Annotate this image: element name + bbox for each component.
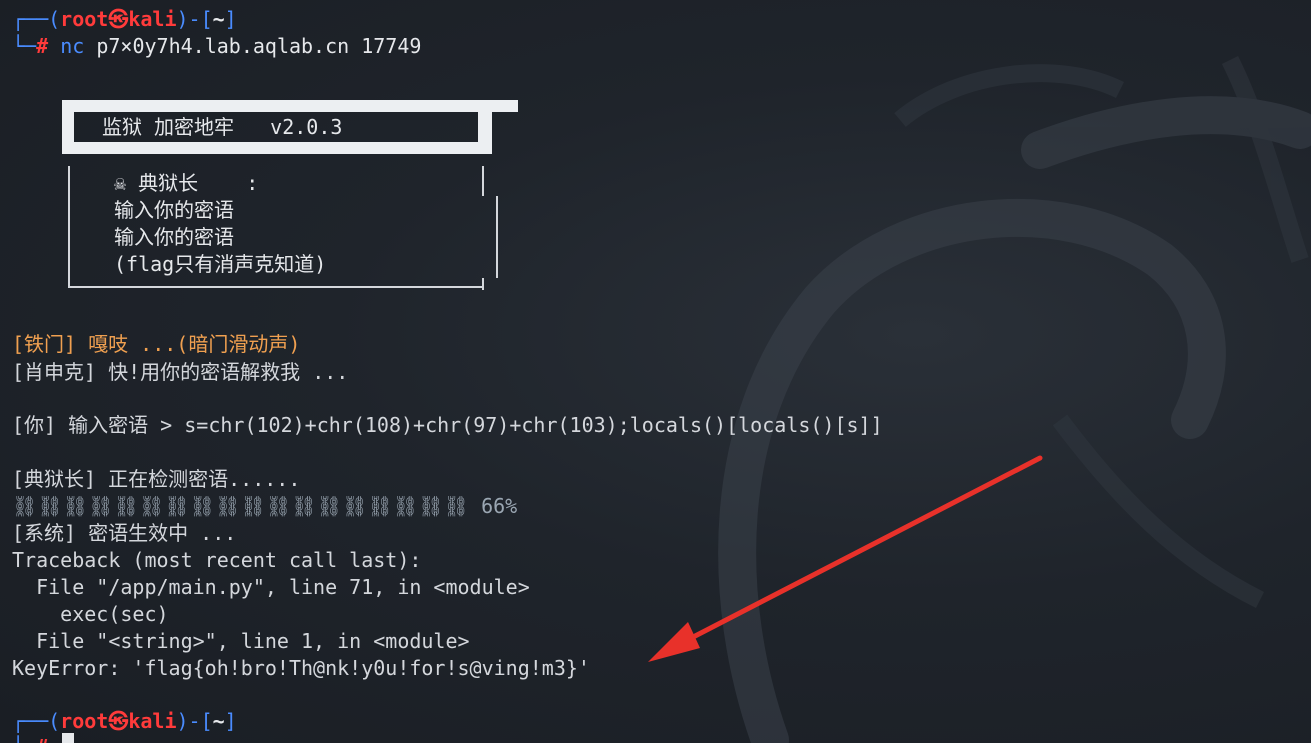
prompt-dir-open: )-[ — [176, 7, 213, 31]
prompt-line-top: ┌──(root㉿kali)-[~] — [12, 6, 237, 32]
prompt-hash: # — [36, 34, 49, 58]
banner-right-block — [478, 112, 492, 142]
banner-line-password-1: 输入你的密语 — [114, 198, 234, 222]
terminal-window[interactable]: ┌──(root㉿kali)-[~] └─# nc p7×0y7h4.lab.a… — [0, 0, 1311, 743]
prompt-dir-close: ] — [224, 7, 237, 31]
banner-frame-right-3 — [482, 278, 484, 290]
banner-frame-right-2 — [496, 196, 498, 278]
prompt2-hash: # — [36, 735, 48, 743]
command-args: p7×0y7h4.lab.aqlab.cn 17749 — [84, 34, 422, 58]
banner-line-warden: ☠ 典狱长 : — [114, 171, 259, 195]
command-line: └─# nc p7×0y7h4.lab.aqlab.cn 17749 — [12, 33, 421, 59]
prompt-dir: ~ — [212, 7, 225, 31]
banner-line-password-2: 输入你的密语 — [114, 225, 234, 249]
progress-chains: ⛓⛓⛓⛓⛓⛓⛓⛓⛓⛓⛓⛓⛓⛓⛓⛓⛓⛓ 66% — [12, 494, 518, 518]
prompt2-user: root㉿kali — [60, 709, 177, 733]
prompt2-line-top: ┌──(root㉿kali)-[~] — [12, 708, 237, 734]
output-line-shawshank: [肖申克] 快!用你的密语解救我 ... — [12, 360, 349, 384]
output-line-progress: ⛓⛓⛓⛓⛓⛓⛓⛓⛓⛓⛓⛓⛓⛓⛓⛓⛓⛓ 66% — [12, 493, 517, 519]
prompt2-dir: ~ — [212, 709, 225, 733]
output-line-system: [系统] 密语生效中 ... — [12, 521, 237, 545]
prompt-corner-top: ┌──( — [12, 7, 61, 31]
terminal-cursor — [62, 733, 74, 743]
prompt2-corner-bottom: └─ — [12, 735, 36, 743]
prompt2-input-line[interactable]: └─# — [12, 734, 48, 743]
output-line-checking: [典狱长] 正在检测密语...... — [12, 467, 301, 491]
traceback-header: Traceback (most recent call last): — [12, 548, 422, 572]
output-line-iron-door: [铁门] 嘎吱 ...(暗门滑动声) — [12, 332, 301, 356]
banner-mid-bar — [62, 142, 492, 154]
prompt-corner-bottom: └─ — [12, 34, 37, 58]
key-error-flag: KeyError: 'flag{oh!bro!Th@nk!y0u!for!s@v… — [12, 656, 590, 680]
prompt-user: root㉿kali — [60, 7, 177, 31]
prompt2-corner-top: ┌──( — [12, 709, 61, 733]
ascii-banner: 监狱 加密地牢 v2.0.3 ☠ 典狱长 : 输入你的密语 输入你的密语 (fl… — [62, 100, 520, 290]
traceback-file-string: File "<string>", line 1, in <module> — [12, 629, 470, 653]
banner-left-block — [62, 112, 74, 142]
banner-title: 监狱 加密地牢 v2.0.3 — [102, 115, 343, 139]
output-line-input-password: [你] 输入密语 > s=chr(102)+chr(108)+chr(97)+c… — [12, 413, 883, 437]
banner-top-bar — [62, 100, 518, 112]
traceback-exec: exec(sec) — [12, 602, 169, 626]
command-bin: nc — [60, 34, 85, 58]
prompt2-dir-close: ] — [224, 709, 237, 733]
prompt2-dir-open: )-[ — [176, 709, 213, 733]
banner-frame-right-1 — [482, 166, 484, 196]
traceback-file-main: File "/app/main.py", line 71, in <module… — [12, 575, 530, 599]
banner-line-flag-hint: (flag只有消声克知道) — [114, 252, 327, 276]
